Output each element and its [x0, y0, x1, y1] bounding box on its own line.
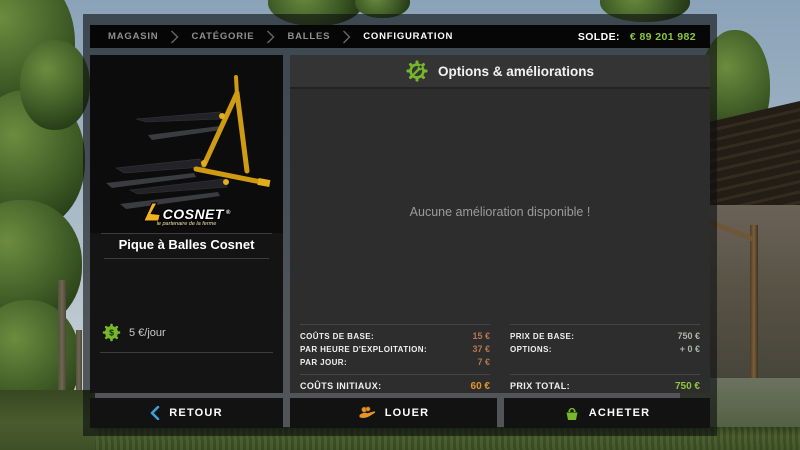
options-panel-header: Options & améliorations: [290, 55, 710, 89]
price-value: 750 €: [677, 330, 700, 343]
divider: [101, 233, 272, 234]
cosnet-logo-mark-icon: [143, 202, 161, 222]
daily-cost: $ 5 €/jour: [102, 323, 166, 342]
cost-label: PAR HEURE D'EXPLOITATION:: [300, 343, 427, 356]
chevron-right-icon: [266, 30, 275, 44]
balance: SOLDE: € 89 201 982: [578, 31, 710, 43]
table-row: OPTIONS: + 0 €: [510, 343, 700, 356]
cost-value: 15 €: [472, 330, 490, 343]
balance-label: SOLDE:: [578, 31, 620, 43]
buy-button[interactable]: ACHETER: [504, 398, 710, 428]
buy-button-label: ACHETER: [589, 407, 651, 419]
hand-coins-icon: [358, 406, 376, 420]
table-row: COÛTS DE BASE: 15 €: [300, 330, 490, 343]
product-panel: COSNET ® le partenaire de la ferme Pique…: [90, 55, 283, 393]
rent-button[interactable]: LOUER: [290, 398, 497, 428]
svg-text:$: $: [109, 328, 114, 338]
back-button[interactable]: RETOUR: [90, 398, 283, 428]
barn-post: [750, 225, 758, 385]
cost-value: 37 €: [472, 343, 490, 356]
brand-tagline: le partenaire de la ferme: [157, 221, 217, 227]
no-upgrades-message: Aucune amélioration disponible !: [290, 205, 710, 219]
brand-registered-mark: ®: [226, 210, 230, 216]
options-panel: Options & améliorations Aucune améliorat…: [290, 55, 710, 393]
purchase-summary: COÛTS DE BASE: 15 € PAR HEURE D'EXPLOITA…: [300, 324, 700, 392]
daily-cost-value: 5 €/jour: [129, 327, 166, 339]
total-label: COÛTS INITIAUX:: [300, 381, 382, 391]
game-screen: MAGASIN CATÉGORIE BALLES CONFIGURATION S…: [0, 0, 800, 450]
cost-label: PAR JOUR:: [300, 356, 347, 369]
table-row: PRIX DE BASE: 750 €: [510, 330, 700, 343]
table-row: PAR JOUR: 7 €: [300, 356, 490, 369]
divider: [100, 352, 273, 353]
total-value: 60 €: [471, 381, 490, 392]
breadcrumb-item-magasin[interactable]: MAGASIN: [104, 31, 162, 42]
product-title: Pique à Balles Cosnet: [90, 237, 283, 252]
gear-wrench-icon: [406, 60, 428, 82]
chevron-right-icon: [342, 30, 351, 44]
price-label: PRIX DE BASE:: [510, 330, 574, 343]
breadcrumb: MAGASIN CATÉGORIE BALLES CONFIGURATION S…: [90, 25, 710, 48]
chevron-right-icon: [170, 30, 179, 44]
table-row: PAR HEURE D'EXPLOITATION: 37 €: [300, 343, 490, 356]
price-value: + 0 €: [680, 343, 700, 356]
brand-name: COSNET: [163, 206, 224, 222]
prices-table: PRIX DE BASE: 750 € OPTIONS: + 0 € PRIX …: [510, 324, 700, 392]
chevron-left-icon: [150, 406, 160, 420]
brand-logo: COSNET ® le partenaire de la ferme: [90, 202, 283, 227]
tree-foliage: [20, 40, 90, 130]
divider: [104, 258, 269, 259]
rent-button-label: LOUER: [385, 407, 430, 419]
balance-value: € 89 201 982: [630, 31, 696, 43]
price-label: OPTIONS:: [510, 343, 552, 356]
initial-costs-total: COÛTS INITIAUX: 60 €: [300, 374, 490, 392]
cost-label: COÛTS DE BASE:: [300, 330, 374, 343]
breadcrumb-item-categorie[interactable]: CATÉGORIE: [187, 31, 258, 42]
gear-dollar-icon: $: [102, 323, 121, 342]
background-grass-left: [0, 390, 95, 450]
breadcrumb-item-balles[interactable]: BALLES: [283, 31, 334, 42]
product-image: COSNET ® le partenaire de la ferme: [90, 55, 283, 233]
breadcrumb-item-configuration[interactable]: CONFIGURATION: [359, 31, 457, 42]
total-price: PRIX TOTAL: 750 €: [510, 374, 700, 392]
total-value: 750 €: [675, 381, 700, 392]
back-button-label: RETOUR: [169, 407, 222, 419]
shopping-basket-icon: [564, 406, 580, 421]
total-label: PRIX TOTAL:: [510, 381, 570, 391]
cost-value: 7 €: [477, 356, 490, 369]
options-panel-title: Options & améliorations: [438, 64, 594, 79]
costs-table: COÛTS DE BASE: 15 € PAR HEURE D'EXPLOITA…: [300, 324, 490, 392]
